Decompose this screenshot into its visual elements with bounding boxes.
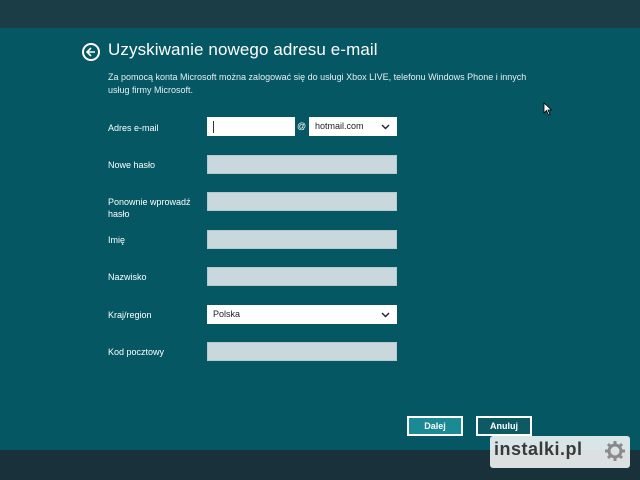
country-label: Kraj/region [108,310,152,320]
next-button[interactable]: Dalej [407,416,463,436]
last-name-label: Nazwisko [108,272,147,282]
domain-select[interactable]: hotmail.com [309,117,397,136]
chevron-down-icon [381,124,390,130]
at-sign: @ [297,121,307,131]
chevron-down-icon [381,312,390,318]
password-input[interactable] [207,155,397,174]
mouse-pointer-icon [543,102,553,116]
watermark: instalki.pl [490,436,630,468]
password-confirm-label: Ponownie wprowadź hasło [108,197,191,219]
postal-label: Kod pocztowy [108,347,165,357]
page-description: Za pomocą konta Microsoft można zalogowa… [108,72,527,95]
back-arrow-icon [85,47,95,57]
postal-input[interactable] [207,342,397,361]
email-input[interactable] [207,117,295,136]
page-title: Uzyskiwanie nowego adresu e-mail [108,40,378,59]
first-name-input[interactable] [207,230,397,249]
email-label: Adres e-mail [108,123,159,133]
watermark-text: instalki.pl [494,439,583,459]
cancel-button[interactable]: Anuluj [476,416,532,436]
domain-value: hotmail.com [315,121,364,131]
country-select[interactable]: Polska [207,305,397,324]
password-confirm-input[interactable] [207,192,397,211]
gear-icon [605,441,625,461]
password-label: Nowe hasło [108,160,156,170]
text-caret [213,121,214,133]
last-name-input[interactable] [207,267,397,286]
top-band [0,0,640,28]
country-value: Polska [213,309,241,319]
back-button[interactable] [82,43,100,61]
first-name-label: Imię [108,235,126,245]
